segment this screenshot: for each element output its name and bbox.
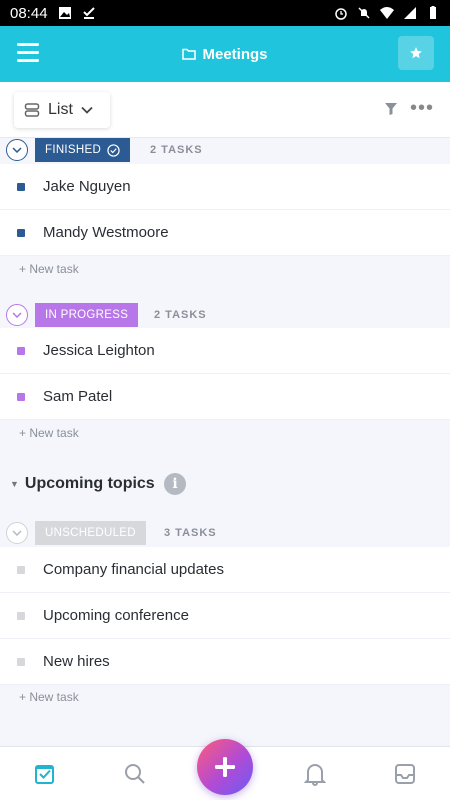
task-name: Upcoming conference bbox=[43, 607, 189, 624]
group-title: Upcoming topics bbox=[24, 475, 155, 492]
caret-down-icon: ▼ bbox=[10, 479, 19, 489]
wifi-icon bbox=[380, 7, 394, 19]
menu-icon[interactable] bbox=[17, 43, 39, 63]
status-badge-label: UNSCHEDULED bbox=[45, 527, 136, 539]
status-dot bbox=[17, 611, 25, 620]
page-title: Meetings bbox=[0, 46, 450, 63]
new-task-button[interactable]: + New task bbox=[19, 426, 79, 440]
more-options-icon[interactable]: ••• bbox=[410, 98, 434, 118]
status-dot bbox=[17, 346, 25, 355]
task-name: Jake Nguyen bbox=[43, 178, 131, 195]
alarm-icon bbox=[335, 8, 347, 20]
status-bar: 08:44 bbox=[0, 0, 450, 26]
new-task-button[interactable]: + New task bbox=[19, 262, 79, 276]
status-badge[interactable]: IN PROGRESS bbox=[35, 303, 139, 327]
task-name: Sam Patel bbox=[43, 388, 113, 405]
task-count: 2 TASKS bbox=[150, 144, 203, 156]
task-row[interactable]: New hires bbox=[0, 639, 450, 685]
tasks-icon[interactable] bbox=[32, 761, 58, 787]
notifications-icon[interactable] bbox=[302, 761, 328, 787]
task-count: 2 TASKS bbox=[154, 309, 207, 321]
chevron-down-icon bbox=[81, 106, 93, 114]
section-header-finished: FINISHED 2 TASKS bbox=[0, 137, 450, 163]
task-row[interactable]: Company financial updates bbox=[0, 547, 450, 593]
add-icon[interactable] bbox=[197, 739, 253, 795]
battery-icon bbox=[430, 6, 436, 19]
view-selector-label: List bbox=[48, 101, 73, 118]
view-selector-button[interactable]: List bbox=[14, 92, 110, 128]
mute-icon bbox=[358, 7, 370, 19]
task-row[interactable]: Jessica Leighton bbox=[0, 328, 450, 374]
chevron-down-icon bbox=[12, 147, 22, 153]
filter-icon bbox=[385, 103, 397, 115]
filter-button[interactable] bbox=[384, 102, 398, 121]
signal-icon bbox=[404, 7, 416, 19]
task-name: Company financial updates bbox=[43, 561, 224, 578]
folder-icon bbox=[182, 48, 197, 60]
list-view-icon bbox=[24, 103, 40, 117]
status-badge-label: IN PROGRESS bbox=[45, 309, 129, 321]
task-row[interactable]: Upcoming conference bbox=[0, 593, 450, 639]
task-name: New hires bbox=[43, 653, 110, 670]
task-count: 3 TASKS bbox=[164, 527, 217, 539]
new-task-button[interactable]: + New task bbox=[19, 690, 79, 704]
task-row[interactable]: Mandy Westmoore bbox=[0, 210, 450, 256]
status-dot bbox=[17, 565, 25, 574]
task-row[interactable]: Jake Nguyen bbox=[0, 164, 450, 210]
status-dot bbox=[17, 392, 25, 401]
status-dot bbox=[17, 657, 25, 666]
task-name: Mandy Westmoore bbox=[43, 224, 169, 241]
page-title-text: Meetings bbox=[202, 45, 268, 63]
check-download-icon bbox=[82, 7, 95, 19]
check-circle-icon bbox=[107, 143, 120, 157]
collapse-toggle[interactable] bbox=[6, 522, 28, 544]
inbox-icon[interactable] bbox=[392, 761, 418, 787]
chevron-down-icon bbox=[12, 312, 22, 318]
view-toolbar: List ••• bbox=[0, 82, 450, 138]
group-header[interactable]: ▼ Upcoming topics bbox=[10, 472, 155, 496]
task-name: Jessica Leighton bbox=[43, 342, 155, 359]
chevron-down-icon bbox=[12, 530, 22, 536]
status-dot bbox=[17, 182, 25, 191]
search-icon[interactable] bbox=[122, 761, 148, 787]
section-header-unscheduled: UNSCHEDULED 3 TASKS bbox=[0, 520, 450, 546]
status-badge[interactable]: UNSCHEDULED bbox=[35, 521, 146, 545]
collapse-toggle[interactable] bbox=[6, 304, 28, 326]
status-badge[interactable]: FINISHED bbox=[35, 138, 131, 162]
status-dot bbox=[17, 228, 25, 237]
section-header-in-progress: IN PROGRESS 2 TASKS bbox=[0, 302, 450, 328]
star-icon bbox=[410, 47, 422, 59]
collapse-toggle[interactable] bbox=[6, 139, 28, 161]
info-icon[interactable]: i bbox=[164, 473, 186, 495]
app-bar: Meetings bbox=[0, 26, 450, 82]
favorite-button[interactable] bbox=[398, 36, 434, 70]
image-icon bbox=[58, 7, 71, 19]
task-row[interactable]: Sam Patel bbox=[0, 374, 450, 420]
status-time: 08:44 bbox=[10, 4, 48, 22]
status-badge-label: FINISHED bbox=[45, 144, 102, 156]
